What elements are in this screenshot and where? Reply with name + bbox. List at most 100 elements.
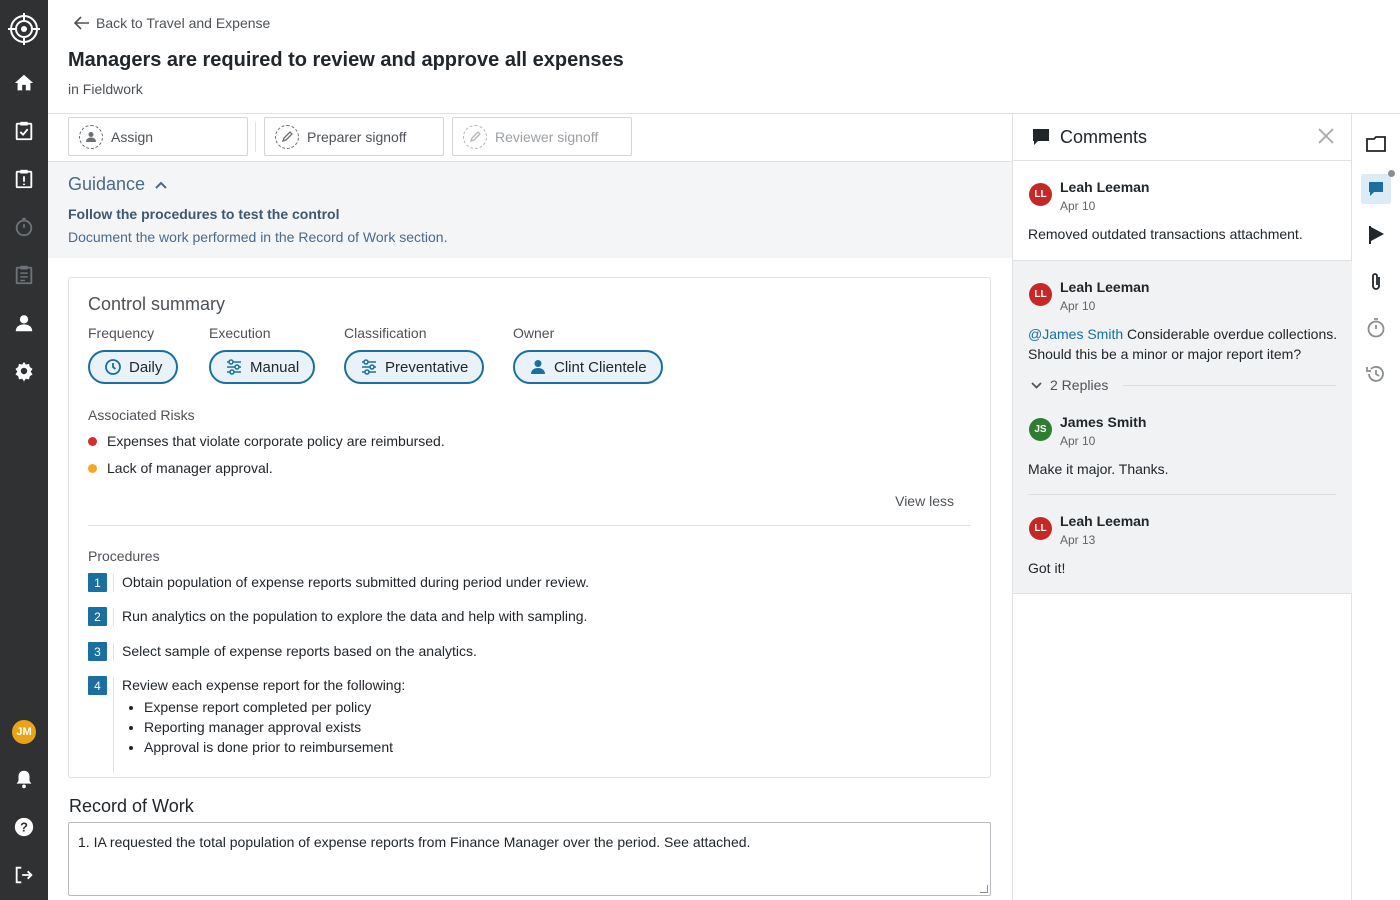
pencil-icon bbox=[463, 124, 487, 149]
owner-value: Clint Clientele bbox=[554, 358, 647, 376]
procedure-bar bbox=[113, 677, 114, 773]
comment-author: Leah Leeman bbox=[1060, 179, 1150, 195]
view-less-link[interactable]: View less bbox=[895, 493, 954, 509]
risk-item: Expenses that violate corporate policy a… bbox=[88, 433, 445, 449]
record-of-work-title: Record of Work bbox=[69, 796, 194, 816]
owner-pill[interactable]: Clint Clientele bbox=[513, 350, 663, 384]
issues-icon[interactable] bbox=[0, 159, 48, 199]
record-of-work-textarea[interactable]: 1. IA requested the total population of … bbox=[68, 822, 991, 896]
procedures-label: Procedures bbox=[88, 548, 160, 564]
settings-gear-icon[interactable] bbox=[0, 351, 48, 391]
procedure-text: Review each expense report for the follo… bbox=[122, 677, 406, 693]
user-avatar[interactable]: JM bbox=[0, 712, 48, 752]
risk-text: Lack of manager approval. bbox=[107, 460, 273, 476]
back-link[interactable]: Back to Travel and Expense bbox=[74, 15, 270, 31]
guidance-title: Guidance bbox=[68, 174, 146, 194]
risk-item: Lack of manager approval. bbox=[88, 460, 273, 476]
person-icon bbox=[531, 360, 545, 374]
comment-avatar: JS bbox=[1029, 418, 1052, 441]
pencil-icon bbox=[275, 124, 299, 149]
resize-grip-icon[interactable] bbox=[980, 885, 988, 893]
procedure-item: 1 Obtain population of expense reports s… bbox=[88, 573, 589, 592]
arrow-left-icon bbox=[74, 16, 89, 30]
owner-label: Owner bbox=[513, 325, 555, 341]
procedure-bullet: Approval is done prior to reimbursement bbox=[144, 737, 405, 757]
procedure-bullet: Expense report completed per policy bbox=[144, 697, 405, 717]
comment-date: Apr 10 bbox=[1060, 299, 1096, 313]
guidance-section: Guidance Follow the procedures to test t… bbox=[48, 162, 1012, 258]
procedure-bullets: Expense report completed per policy Repo… bbox=[121, 697, 405, 757]
home-icon[interactable] bbox=[0, 63, 48, 103]
execution-value: Manual bbox=[250, 358, 300, 376]
mention-link[interactable]: @James Smith bbox=[1028, 326, 1123, 342]
toolbar-divider bbox=[255, 122, 256, 152]
folder-icon[interactable] bbox=[1361, 129, 1391, 159]
replies-label: 2 Replies bbox=[1050, 377, 1109, 393]
procedure-bar bbox=[113, 574, 114, 592]
procedure-bullet: Reporting manager approval exists bbox=[144, 717, 405, 737]
procedure-text: Obtain population of expense reports sub… bbox=[122, 574, 589, 590]
execution-pill[interactable]: Manual bbox=[209, 350, 316, 384]
people-icon[interactable] bbox=[0, 303, 48, 343]
comments-icon[interactable] bbox=[1361, 170, 1395, 204]
assign-user-icon bbox=[79, 124, 103, 149]
procedure-number: 2 bbox=[88, 607, 107, 626]
notifications-bell-icon[interactable] bbox=[0, 759, 48, 799]
comment-avatar: LL bbox=[1029, 517, 1052, 540]
associated-risks-label: Associated Risks bbox=[88, 407, 195, 423]
risk-text: Expenses that violate corporate policy a… bbox=[107, 433, 445, 449]
comment-author: Leah Leeman bbox=[1060, 279, 1150, 295]
comments-title: Comments bbox=[1060, 127, 1148, 147]
procedure-number: 3 bbox=[88, 642, 107, 661]
comment-text: @James Smith Considerable overdue collec… bbox=[1028, 324, 1338, 364]
tasks-icon[interactable] bbox=[0, 111, 48, 151]
record-of-work-value: 1. IA requested the total population of … bbox=[78, 834, 751, 850]
procedure-item: 3 Select sample of expense reports based… bbox=[88, 642, 477, 661]
classification-pill[interactable]: Preventative bbox=[344, 350, 485, 384]
divider bbox=[1028, 494, 1336, 495]
flag-icon[interactable] bbox=[1361, 220, 1391, 250]
comments-panel: Comments LL Leah Leeman Apr 10 Removed o… bbox=[1012, 114, 1352, 900]
comment-author: Leah Leeman bbox=[1060, 513, 1150, 529]
guidance-heading: Follow the procedures to test the contro… bbox=[68, 206, 340, 222]
help-icon[interactable]: ? bbox=[0, 807, 48, 847]
back-link-label: Back to Travel and Expense bbox=[96, 15, 271, 31]
timer-icon[interactable] bbox=[0, 207, 48, 247]
procedure-number: 1 bbox=[88, 573, 107, 592]
user-initials: JM bbox=[12, 720, 36, 744]
preparer-signoff-label: Preparer signoff bbox=[307, 128, 407, 145]
frequency-pill[interactable]: Daily bbox=[88, 350, 179, 384]
comment-date: Apr 10 bbox=[1060, 199, 1096, 213]
comment-text: Removed outdated transactions attachment… bbox=[1028, 226, 1303, 242]
comment-thread: LL Leah Leeman Apr 10 Removed outdated t… bbox=[1013, 162, 1352, 259]
procedure-text: Run analytics on the population to explo… bbox=[122, 608, 588, 624]
assign-button[interactable]: Assign bbox=[68, 117, 248, 156]
replies-toggle[interactable]: 2 Replies bbox=[1031, 377, 1108, 393]
history-icon[interactable] bbox=[1361, 359, 1391, 389]
comment-avatar: LL bbox=[1029, 283, 1052, 306]
classification-value: Preventative bbox=[385, 358, 469, 376]
assign-label: Assign bbox=[111, 128, 154, 145]
timer-icon[interactable] bbox=[1361, 313, 1391, 343]
guidance-text: Document the work performed in the Recor… bbox=[68, 229, 448, 245]
close-icon[interactable] bbox=[1318, 128, 1334, 144]
attachment-icon[interactable] bbox=[1361, 267, 1391, 297]
app-logo-icon[interactable] bbox=[0, 9, 48, 49]
frequency-value: Daily bbox=[129, 358, 163, 376]
guidance-toggle[interactable]: Guidance bbox=[68, 174, 167, 195]
divider bbox=[1013, 593, 1352, 594]
reviewer-signoff-button[interactable]: Reviewer signoff bbox=[452, 117, 632, 156]
svg-text:?: ? bbox=[20, 820, 28, 835]
preparer-signoff-button[interactable]: Preparer signoff bbox=[264, 117, 444, 156]
comment-date: Apr 10 bbox=[1060, 434, 1096, 448]
procedure-item: 2 Run analytics on the population to exp… bbox=[88, 607, 588, 626]
procedure-text: Select sample of expense reports based o… bbox=[122, 643, 477, 659]
logout-icon[interactable] bbox=[0, 855, 48, 895]
comment-bubble-icon bbox=[1033, 129, 1049, 145]
execution-label: Execution bbox=[209, 325, 271, 341]
reports-icon[interactable] bbox=[0, 255, 48, 295]
frequency-label: Frequency bbox=[88, 325, 155, 341]
procedure-bar bbox=[113, 608, 114, 626]
sliders-icon bbox=[362, 359, 376, 375]
notification-dot bbox=[1388, 170, 1395, 177]
